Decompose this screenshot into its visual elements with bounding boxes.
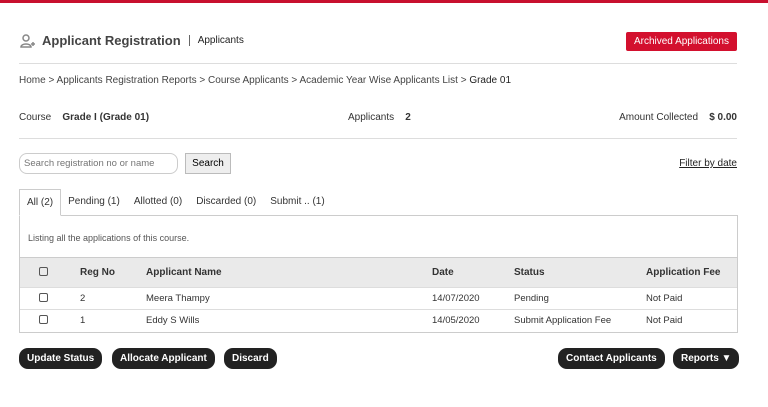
amount-summary: Amount Collected $ 0.00 — [619, 112, 737, 123]
crumb-year-list[interactable]: Academic Year Wise Applicants List — [300, 75, 458, 86]
tabs: All (2) Pending (1) Allotted (0) Discard… — [19, 189, 332, 216]
page-title: Applicant Registration Applicants — [20, 33, 244, 48]
applications-table: Reg No Applicant Name Date Status Applic… — [20, 257, 737, 332]
title-text: Applicant Registration — [42, 33, 181, 48]
breadcrumb: Home > Applicants Registration Reports >… — [19, 75, 512, 86]
add-user-icon — [20, 33, 35, 48]
select-all-checkbox[interactable] — [39, 266, 48, 276]
archived-applications-button[interactable]: Archived Applications — [625, 32, 737, 51]
table-header: Reg No Applicant Name Date Status Applic… — [20, 257, 737, 288]
tab-discarded[interactable]: Discarded (0) — [189, 189, 263, 216]
row-checkbox[interactable] — [39, 314, 48, 324]
table-row: 2 Meera Thampy 14/07/2020 Pending Not Paid — [20, 287, 737, 310]
crumb-reports[interactable]: Applicants Registration Reports — [57, 75, 197, 86]
allocate-applicant-button[interactable]: Allocate Applicant — [112, 348, 215, 369]
table-row: 1 Eddy S Wills 14/05/2020 Submit Applicatio… — [20, 309, 737, 332]
listing-text: Listing all the applications of this cou… — [28, 233, 190, 243]
divider — [19, 138, 737, 139]
crumb-current: Grade 01 — [469, 75, 512, 86]
crumb-home[interactable]: Home — [19, 75, 46, 86]
crumb-course-applicants[interactable]: Course Applicants — [208, 75, 289, 86]
tab-allotted[interactable]: Allotted (0) — [127, 189, 189, 216]
subtitle: Applicants — [188, 35, 244, 46]
applicants-summary: Applicants 2 — [348, 112, 411, 123]
tab-all[interactable]: All (2) — [19, 189, 62, 216]
search-input[interactable] — [19, 153, 178, 174]
update-status-button[interactable]: Update Status — [19, 348, 103, 369]
row-checkbox[interactable] — [39, 292, 48, 302]
reports-dropdown-button[interactable]: Reports ▼ — [673, 348, 740, 369]
course-summary: Course Grade I (Grade 01) — [19, 112, 150, 123]
tab-submit[interactable]: Submit .. (1) — [263, 189, 331, 216]
applications-panel: Listing all the applications of this cou… — [19, 215, 738, 333]
contact-applicants-button[interactable]: Contact Applicants — [558, 348, 665, 369]
divider — [19, 63, 737, 64]
tab-pending[interactable]: Pending (1) — [61, 189, 127, 216]
filter-by-date-link[interactable]: Filter by date — [679, 158, 737, 169]
search-button[interactable]: Search — [185, 153, 231, 174]
discard-button[interactable]: Discard — [224, 348, 277, 369]
